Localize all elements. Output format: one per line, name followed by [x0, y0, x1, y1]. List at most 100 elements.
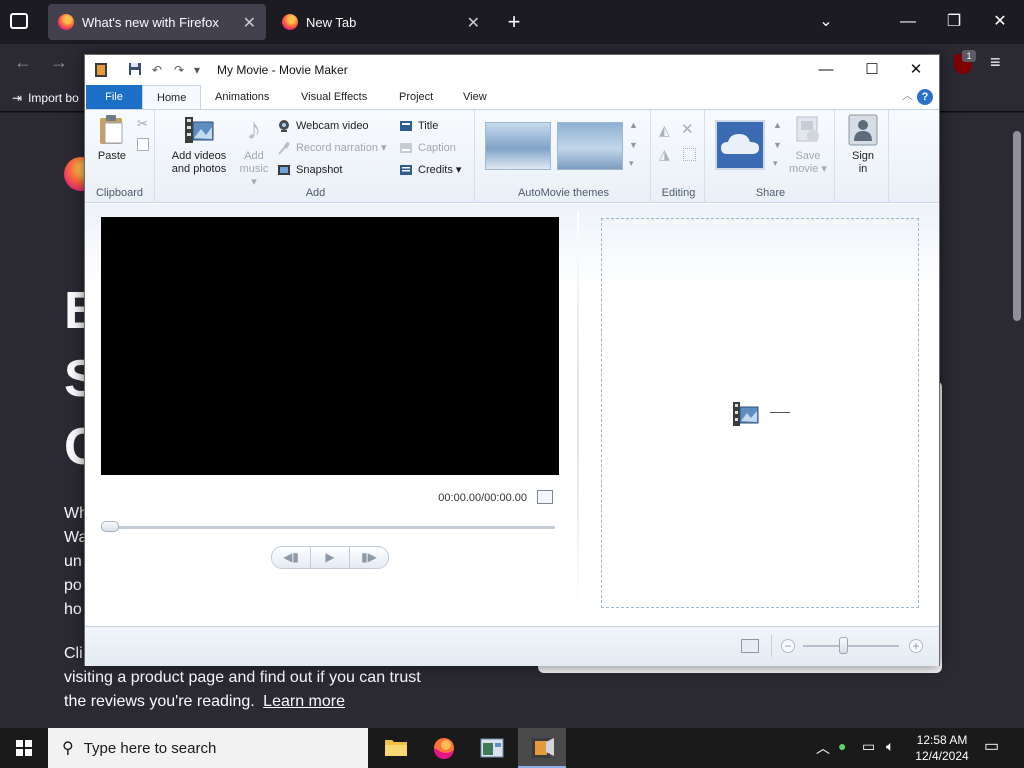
minimize-ribbon-icon[interactable]: ︿ [902, 87, 913, 103]
title-icon [399, 119, 413, 133]
rotate-right-icon[interactable]: ◮ [659, 146, 670, 163]
zoom-in-icon[interactable]: + [909, 639, 923, 653]
paste-button[interactable]: Paste [93, 114, 131, 163]
notifications-icon[interactable]: ▭ [984, 736, 999, 756]
share-scroll-down-icon[interactable]: ▼ [773, 140, 782, 150]
close-tab-icon[interactable]: ✕ [467, 13, 480, 33]
text-line: visiting a product page and find out if … [64, 669, 421, 686]
onedrive-share-thumbnail[interactable] [715, 120, 765, 170]
user-icon [848, 114, 878, 146]
forward-icon[interactable]: → [50, 52, 68, 73]
snapshot-button[interactable]: Snapshot [277, 160, 342, 180]
credits-button[interactable]: Credits ▾ [399, 160, 461, 180]
automovie-themes-group: ▲ ▼ ▾ AutoMovie themes [477, 110, 651, 202]
movie-maker-taskbar-button[interactable] [518, 728, 566, 768]
theme-contemporary-thumbnail[interactable] [557, 122, 623, 170]
share-more-icon[interactable]: ▾ [773, 158, 778, 169]
share-scroll-up-icon[interactable]: ▲ [773, 120, 782, 130]
tab-project[interactable]: Project [385, 85, 447, 109]
zoom-slider-thumb[interactable] [839, 637, 848, 654]
zoom-out-icon[interactable]: − [781, 639, 795, 653]
play-icon[interactable]: ▶ [310, 547, 349, 568]
volume-icon[interactable]: 🔈︎ [886, 738, 894, 755]
tab-whats-new[interactable]: What's new with Firefox ✕ [48, 4, 266, 40]
gallery-scroll-up-icon[interactable]: ▲ [629, 120, 638, 130]
seek-bar[interactable] [103, 526, 555, 529]
tab-home[interactable]: Home [142, 85, 202, 110]
restore-button[interactable]: ❐ [940, 8, 968, 36]
thumbnail-size-icon[interactable] [741, 639, 759, 653]
record-narration-button[interactable]: Record narration ▾ [277, 138, 387, 158]
remove-icon[interactable]: ✕ [681, 120, 694, 138]
menu-icon[interactable]: ≡ [990, 52, 1001, 73]
new-tab-button[interactable]: + [500, 8, 528, 36]
customize-toolbar-icon[interactable]: ▾ [189, 62, 205, 78]
chevron-down-icon[interactable]: ⌄ [812, 8, 840, 36]
add-media-placeholder-icon[interactable] [732, 400, 760, 428]
webcam-video-button[interactable]: Webcam video [277, 116, 369, 136]
tab-new-tab[interactable]: New Tab ✕ [272, 4, 490, 40]
user-status-icon[interactable]: ● [838, 738, 846, 754]
previous-frame-icon[interactable]: ◀▮ [272, 547, 310, 568]
scrollbar-thumb[interactable] [1013, 131, 1021, 321]
file-explorer-taskbar-button[interactable] [372, 728, 420, 768]
select-all-icon[interactable] [683, 148, 696, 161]
close-tab-icon[interactable]: ✕ [243, 13, 256, 33]
import-bookmarks-link[interactable]: ⇥ Import bo [12, 91, 79, 105]
music-note-icon: ♪ [246, 113, 262, 146]
gallery-more-icon[interactable]: ▾ [629, 158, 634, 169]
back-icon[interactable]: ← [14, 52, 32, 73]
zoom-slider[interactable] [803, 645, 899, 647]
caption-button[interactable]: Caption [399, 138, 456, 158]
copy-icon[interactable] [137, 138, 149, 151]
fullscreen-preview-icon[interactable] [537, 490, 553, 504]
time-readout: 00:00.00/00:00.00 [438, 492, 527, 504]
add-music-button[interactable]: ♪ Add music ▾ [237, 114, 271, 189]
tab-animations[interactable]: Animations [201, 85, 283, 109]
firefox-taskbar-button[interactable] [420, 728, 468, 768]
status-bar: − + [85, 626, 939, 666]
movie-maker-app-icon[interactable] [93, 62, 109, 78]
tab-visual-effects[interactable]: Visual Effects [287, 85, 381, 109]
taskbar-search[interactable]: ⚲ Type here to search [48, 728, 368, 768]
placeholder-dash [770, 412, 790, 413]
playback-controls: ◀▮ ▶ ▮▶ [271, 546, 389, 569]
rotate-left-icon[interactable]: ◭ [659, 122, 670, 139]
save-icon[interactable] [127, 62, 143, 78]
cut-icon[interactable]: ✂ [137, 116, 148, 132]
minimize-button[interactable]: — [894, 8, 922, 36]
tab-file[interactable]: File [86, 85, 142, 109]
undo-icon[interactable]: ↶ [149, 62, 165, 78]
tab-view[interactable]: View [449, 85, 501, 109]
snapshot-icon [277, 163, 291, 177]
title-bar: ↶ ↷ ▾ My Movie - Movie Maker — ☐ ✕ [85, 55, 939, 85]
add-videos-and-photos-button[interactable]: Add videos and photos [163, 114, 235, 176]
start-button[interactable] [0, 728, 48, 768]
gallery-scroll-down-icon[interactable]: ▼ [629, 140, 638, 150]
next-frame-icon[interactable]: ▮▶ [349, 547, 388, 568]
group-label: AutoMovie themes [517, 187, 610, 199]
pane-splitter[interactable] [577, 212, 579, 612]
editing-group: ◭ ✕ ◮ Editing [653, 110, 705, 202]
save-movie-button[interactable]: Save movie ▾ [787, 114, 829, 176]
preview-monitor[interactable] [101, 217, 559, 475]
maximize-button[interactable]: ☐ [849, 55, 895, 85]
seek-thumb[interactable] [101, 521, 119, 532]
close-button[interactable]: ✕ [893, 55, 939, 85]
sign-in-button[interactable]: Sign in [843, 114, 883, 176]
taskbar-clock[interactable]: 12:58 AM 12/4/2024 [906, 732, 978, 764]
list-all-tabs-icon[interactable] [10, 13, 28, 29]
import-icon: ⇥ [12, 91, 23, 105]
theme-default-thumbnail[interactable] [485, 122, 551, 170]
close-button[interactable]: ✕ [986, 8, 1014, 36]
network-icon[interactable]: ▭ [862, 738, 875, 755]
page-scrollbar[interactable] [1008, 113, 1024, 728]
show-hidden-icons-icon[interactable]: ︿ [816, 738, 830, 758]
redo-icon[interactable]: ↷ [171, 62, 187, 78]
title-button[interactable]: Title [399, 116, 438, 136]
minimize-button[interactable]: — [803, 55, 849, 85]
help-icon[interactable]: ? [917, 89, 933, 105]
learn-more-link[interactable]: Learn more [263, 693, 345, 710]
media-app-taskbar-button[interactable] [468, 728, 516, 768]
storyboard-pane[interactable] [601, 218, 919, 608]
